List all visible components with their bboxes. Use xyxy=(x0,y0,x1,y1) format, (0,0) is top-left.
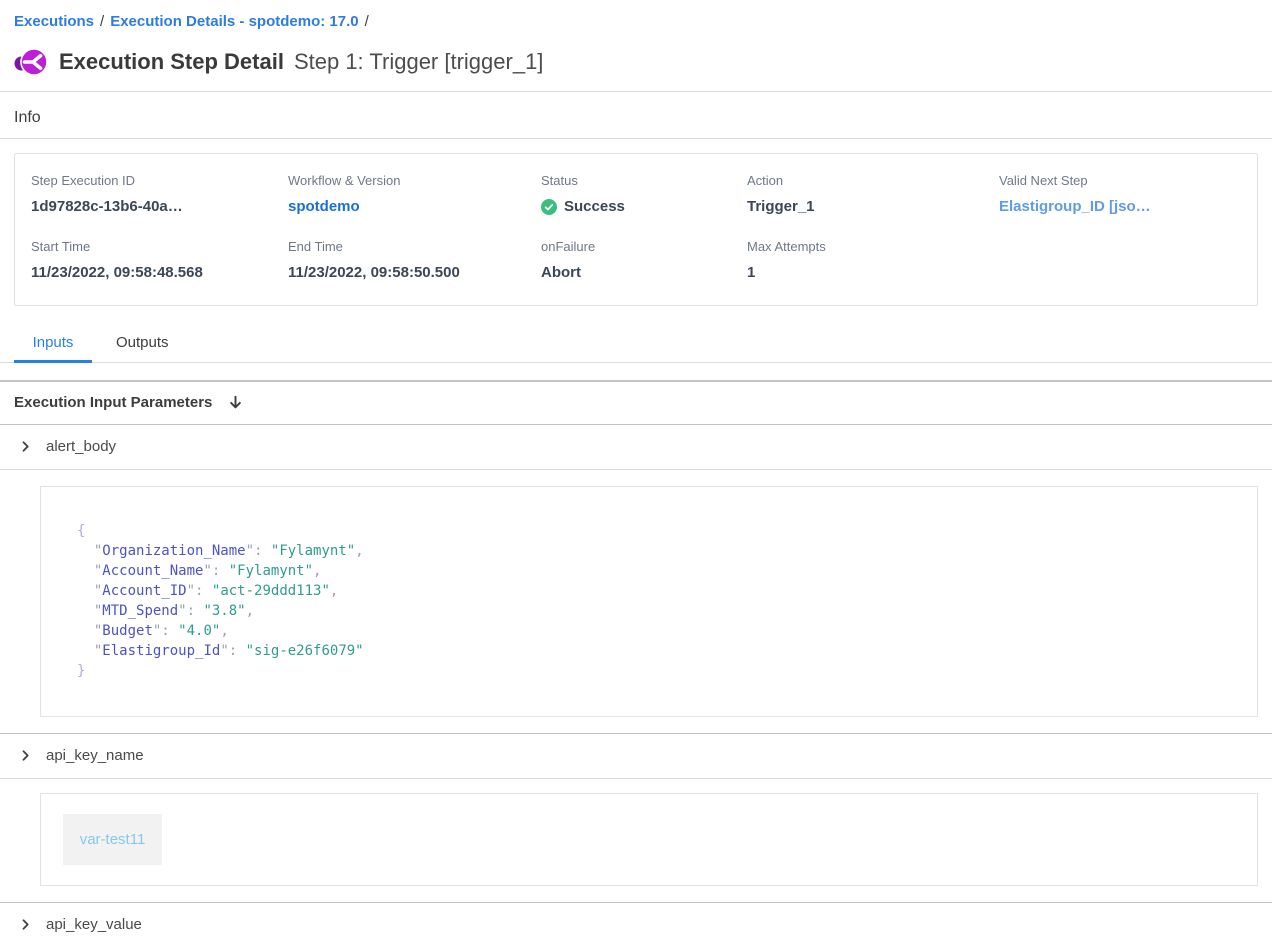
workflow-link[interactable]: spotdemo xyxy=(288,198,541,215)
status-text: Success xyxy=(564,198,625,215)
divider xyxy=(0,138,1272,139)
arrow-down-icon[interactable] xyxy=(227,394,244,411)
chevron-right-icon xyxy=(19,749,32,762)
tab-inputs[interactable]: Inputs xyxy=(14,325,92,362)
breadcrumb-separator: / xyxy=(365,13,369,30)
field-step-execution-id: Step Execution ID 1d97828c-13b6-40a… xyxy=(31,173,288,215)
execution-input-parameters-title: Execution Input Parameters xyxy=(14,394,212,411)
info-grid: Step Execution ID 1d97828c-13b6-40a… Wor… xyxy=(31,173,1241,281)
status-badge: Success xyxy=(541,198,747,215)
chevron-right-icon xyxy=(19,918,32,931)
tab-bar: Inputs Outputs xyxy=(0,325,1272,363)
chevron-right-icon xyxy=(19,440,32,453)
breadcrumb: Executions / Execution Details - spotdemo:… xyxy=(0,0,1272,30)
field-value: 11/23/2022, 09:58:48.568 xyxy=(31,264,288,281)
breadcrumb-link-execution-details[interactable]: Execution Details - spotdemo: 17.0 xyxy=(110,13,358,30)
spacer xyxy=(0,363,1272,380)
breadcrumb-separator: / xyxy=(100,13,104,30)
param-row-alert-body[interactable]: alert_body xyxy=(0,425,1272,469)
field-label: Action xyxy=(747,173,999,188)
field-start-time: Start Time 11/23/2022, 09:58:48.568 xyxy=(31,239,288,281)
info-section-heading: Info xyxy=(0,92,1272,138)
breadcrumb-link-executions[interactable]: Executions xyxy=(14,13,94,30)
param-name: api_key_name xyxy=(46,747,144,764)
param-name: alert_body xyxy=(46,438,116,455)
info-card: Step Execution ID 1d97828c-13b6-40a… Wor… xyxy=(14,153,1258,306)
param-row-api-key-value[interactable]: api_key_value xyxy=(0,903,1272,947)
alert-body-json: { "Organization_Name": "Fylamynt", "Acco… xyxy=(77,521,1221,681)
field-value: Abort xyxy=(541,264,747,281)
field-value: 1 xyxy=(747,264,999,281)
api-key-name-value: var-test11 xyxy=(63,814,162,865)
valid-next-step-link[interactable]: Elastigroup_ID [jso… xyxy=(999,198,1241,215)
divider xyxy=(0,469,1272,470)
field-label: Status xyxy=(541,173,747,188)
divider xyxy=(0,778,1272,779)
page-title-row: Execution Step Detail Step 1: Trigger [t… xyxy=(0,30,1272,91)
field-label: Workflow & Version xyxy=(288,173,541,188)
field-max-attempts: Max Attempts 1 xyxy=(747,239,999,281)
field-workflow-version: Workflow & Version spotdemo xyxy=(288,173,541,215)
field-value: 11/23/2022, 09:58:50.500 xyxy=(288,264,541,281)
field-label: Valid Next Step xyxy=(999,173,1241,188)
field-label: End Time xyxy=(288,239,541,254)
field-valid-next-step: Valid Next Step Elastigroup_ID [jso… xyxy=(999,173,1241,215)
field-action: Action Trigger_1 xyxy=(747,173,999,215)
page-title: Execution Step Detail xyxy=(59,49,284,75)
alert-body-value-panel: { "Organization_Name": "Fylamynt", "Acco… xyxy=(40,486,1258,717)
field-value: 1d97828c-13b6-40a… xyxy=(31,198,288,215)
execution-step-detail-page: Executions / Execution Details - spotdemo:… xyxy=(0,0,1272,947)
field-label: Step Execution ID xyxy=(31,173,288,188)
param-row-api-key-name[interactable]: api_key_name xyxy=(0,734,1272,778)
success-check-icon xyxy=(541,199,557,215)
field-end-time: End Time 11/23/2022, 09:58:50.500 xyxy=(288,239,541,281)
api-key-name-value-panel: var-test11 xyxy=(40,793,1258,886)
empty-cell xyxy=(999,239,1241,281)
field-label: onFailure xyxy=(541,239,747,254)
fylamynt-logo-icon xyxy=(14,45,48,79)
page-subtitle: Step 1: Trigger [trigger_1] xyxy=(294,49,543,75)
execution-input-parameters-header: Execution Input Parameters xyxy=(0,382,1272,424)
field-value: Trigger_1 xyxy=(747,198,999,215)
field-onfailure: onFailure Abort xyxy=(541,239,747,281)
field-label: Max Attempts xyxy=(747,239,999,254)
field-label: Start Time xyxy=(31,239,288,254)
tab-outputs[interactable]: Outputs xyxy=(100,325,185,362)
field-status: Status Success xyxy=(541,173,747,215)
